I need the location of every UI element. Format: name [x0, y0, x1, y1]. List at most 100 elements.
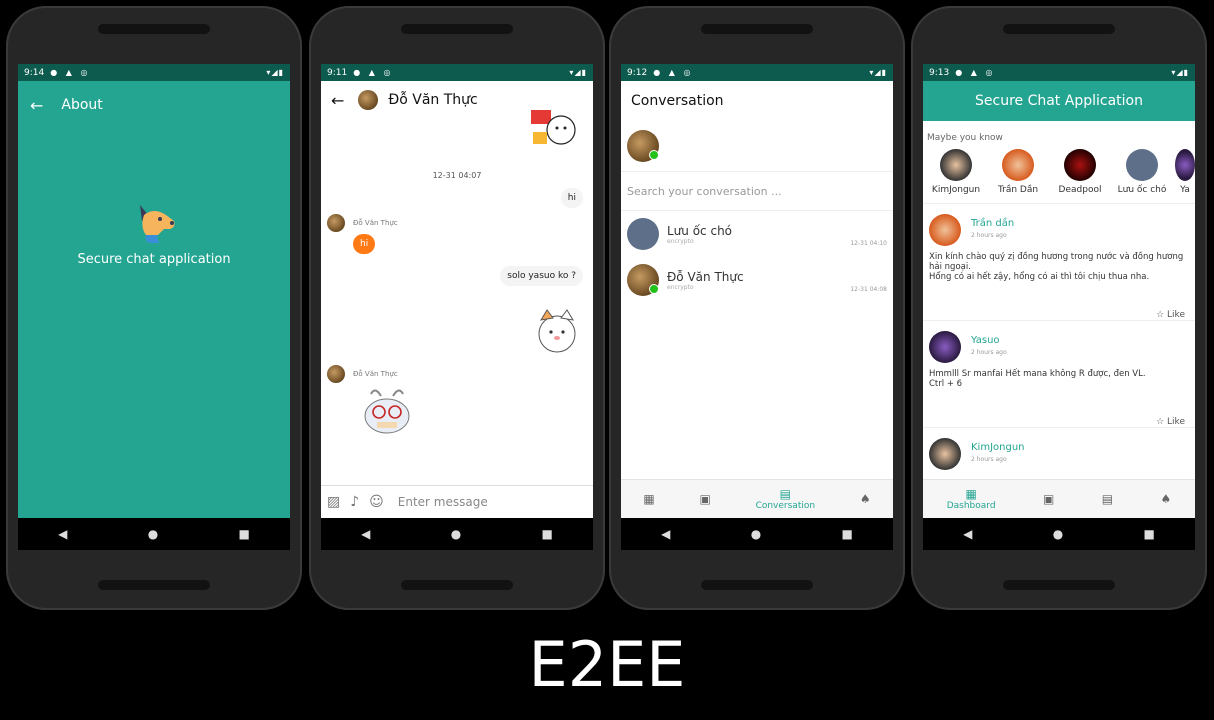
section-heading: Maybe you know — [927, 133, 1003, 143]
tab-label: Conversation — [755, 501, 816, 511]
signal-battery-icon: ▾◢▮ — [1171, 68, 1189, 77]
nav-home-icon[interactable]: ● — [451, 527, 461, 541]
signal-battery-icon: ▾◢▮ — [569, 68, 587, 77]
sender-avatar — [327, 214, 345, 232]
bunny-sticker-image — [364, 389, 410, 434]
footer-title: E2EE — [528, 628, 686, 701]
phone-chat: 9:11 ● ▲ ◎ ▾◢▮ ← Đỗ Văn Thực 12-31 04:07… — [309, 6, 605, 610]
image-icon[interactable]: ▨ — [327, 494, 340, 510]
back-arrow-icon[interactable]: ← — [331, 91, 344, 110]
post-avatar[interactable] — [929, 214, 961, 246]
tab-notifications[interactable]: ♠ — [860, 492, 871, 506]
like-button[interactable]: ☆ Like — [1156, 417, 1185, 427]
bell-icon: ♠ — [859, 492, 871, 506]
post-author[interactable]: Trần dần — [971, 218, 1014, 229]
person-name: KimJongun — [931, 185, 981, 195]
contact-avatar[interactable] — [358, 90, 379, 110]
message-composer: ▨ ♪ ☺ Enter message — [321, 485, 593, 518]
status-time: 9:14 — [24, 67, 45, 78]
tab-contacts[interactable]: ▣ — [1043, 492, 1054, 506]
person-name: Ya — [1180, 185, 1190, 195]
suggested-person[interactable]: KimJongun — [927, 149, 985, 195]
online-user-avatar[interactable] — [627, 130, 659, 162]
bottom-navigation: ▦ ▣ ▤ Conversation ♠ — [621, 479, 893, 518]
post-avatar[interactable] — [929, 438, 961, 470]
tab-contacts[interactable]: ▣ — [699, 492, 710, 506]
page-title: Conversation — [631, 93, 724, 109]
sender-name: Đỗ Văn Thực — [353, 219, 398, 227]
notification-icons: ● ▲ ◎ — [50, 68, 91, 77]
nav-back-icon[interactable]: ◀ — [963, 527, 972, 541]
like-button[interactable]: ☆ Like — [1156, 310, 1185, 320]
online-users-strip — [621, 121, 893, 172]
chat-icon: ▤ — [1101, 492, 1114, 506]
system-nav-bar: ◀ ● ■ — [321, 518, 593, 550]
conversation-time: 12-31 04:10 — [850, 240, 887, 247]
system-nav-bar: ◀ ● ■ — [923, 518, 1195, 550]
dashboard-icon: ▦ — [643, 492, 655, 506]
tab-conversation[interactable]: ▤ Conversation — [756, 487, 816, 511]
nav-recents-icon[interactable]: ■ — [542, 527, 553, 541]
phone-about: 9:14 ● ▲ ◎ ▾◢▮ ← About Secure chat appli… — [6, 6, 302, 610]
feed-post: Trần dần 2 hours ago Xin kính chào quý z… — [923, 203, 1195, 320]
conversation-preview: encrypto — [667, 237, 694, 245]
message-bubble: hi — [353, 234, 376, 254]
search-input[interactable]: Search your conversation ... — [621, 172, 893, 211]
suggested-person[interactable]: Trần Dần — [989, 149, 1047, 195]
conversation-screen: 9:12 ● ▲ ◎ ▾◢▮ Conversation Search your … — [621, 64, 893, 550]
nav-back-icon[interactable]: ◀ — [58, 527, 67, 541]
back-arrow-icon[interactable]: ← — [30, 96, 43, 115]
message-input[interactable]: Enter message — [398, 495, 488, 509]
cat-sticker-image — [538, 309, 576, 353]
post-author[interactable]: Yasuo — [971, 335, 1000, 346]
dog-logo-icon — [140, 205, 175, 243]
tab-conversation[interactable]: ▤ — [1102, 492, 1113, 506]
nav-home-icon[interactable]: ● — [148, 527, 158, 541]
message-timestamp: 12-31 04:07 — [432, 171, 482, 180]
phone-dashboard: 9:13 ● ▲ ◎ ▾◢▮ Secure Chat Application M… — [911, 6, 1207, 610]
notification-icons: ● ▲ ◎ — [653, 68, 694, 77]
star-icon: ☆ — [1156, 310, 1165, 320]
conversation-name: Đỗ Văn Thực — [667, 269, 744, 284]
dashboard-icon: ▦ — [965, 487, 977, 501]
nav-home-icon[interactable]: ● — [751, 527, 761, 541]
chat-screen: 9:11 ● ▲ ◎ ▾◢▮ ← Đỗ Văn Thực 12-31 04:07… — [321, 64, 593, 550]
conversation-item[interactable]: Đỗ Văn Thực encrypto 12-31 04:08 — [621, 257, 893, 303]
microphone-icon[interactable]: ♪ — [350, 494, 359, 510]
person-avatar — [1175, 149, 1195, 181]
phone-conversation: 9:12 ● ▲ ◎ ▾◢▮ Conversation Search your … — [609, 6, 905, 610]
conversation-item[interactable]: Lưu ốc chó encrypto 12-31 04:10 — [621, 211, 893, 257]
post-author[interactable]: KimJongun — [971, 442, 1025, 453]
nav-recents-icon[interactable]: ■ — [842, 527, 853, 541]
system-nav-bar: ◀ ● ■ — [621, 518, 893, 550]
speaker — [98, 24, 210, 34]
contact-avatar — [627, 264, 659, 296]
tab-notifications[interactable]: ♠ — [1160, 492, 1171, 506]
about-screen: 9:14 ● ▲ ◎ ▾◢▮ ← About Secure chat appli… — [18, 64, 290, 550]
bell-icon: ♠ — [1160, 492, 1172, 506]
feed-post: Yasuo 2 hours ago Hmmlll Sr manfai Hết m… — [923, 320, 1195, 427]
suggested-person[interactable]: Ya — [1175, 149, 1195, 195]
chat-icon: ▤ — [779, 487, 791, 501]
nav-home-icon[interactable]: ● — [1053, 527, 1063, 541]
nav-recents-icon[interactable]: ■ — [239, 527, 250, 541]
suggested-person[interactable]: Lưu ốc chó — [1113, 149, 1171, 195]
status-bar: 9:11 ● ▲ ◎ ▾◢▮ — [321, 64, 593, 81]
speaker — [401, 24, 513, 34]
emoji-icon[interactable]: ☺ — [369, 494, 384, 510]
signal-battery-icon: ▾◢▮ — [266, 68, 284, 77]
tab-dashboard[interactable]: ▦ — [643, 492, 654, 506]
sticker-image — [531, 110, 576, 145]
nav-back-icon[interactable]: ◀ — [661, 527, 670, 541]
status-time: 9:13 — [929, 67, 950, 78]
nav-recents-icon[interactable]: ■ — [1144, 527, 1155, 541]
suggested-person[interactable]: Deadpool — [1051, 149, 1109, 195]
speaker — [98, 580, 210, 590]
tab-dashboard[interactable]: ▦ Dashboard — [947, 487, 996, 511]
post-avatar[interactable] — [929, 331, 961, 363]
suggested-people: KimJongun Trần Dần Deadpool Lưu ốc chó Y… — [923, 143, 1195, 195]
nav-back-icon[interactable]: ◀ — [361, 527, 370, 541]
system-nav-bar: ◀ ● ■ — [18, 518, 290, 550]
conversation-preview: encrypto — [667, 283, 694, 291]
bottom-navigation: ▦ Dashboard ▣ ▤ ♠ — [923, 479, 1195, 518]
